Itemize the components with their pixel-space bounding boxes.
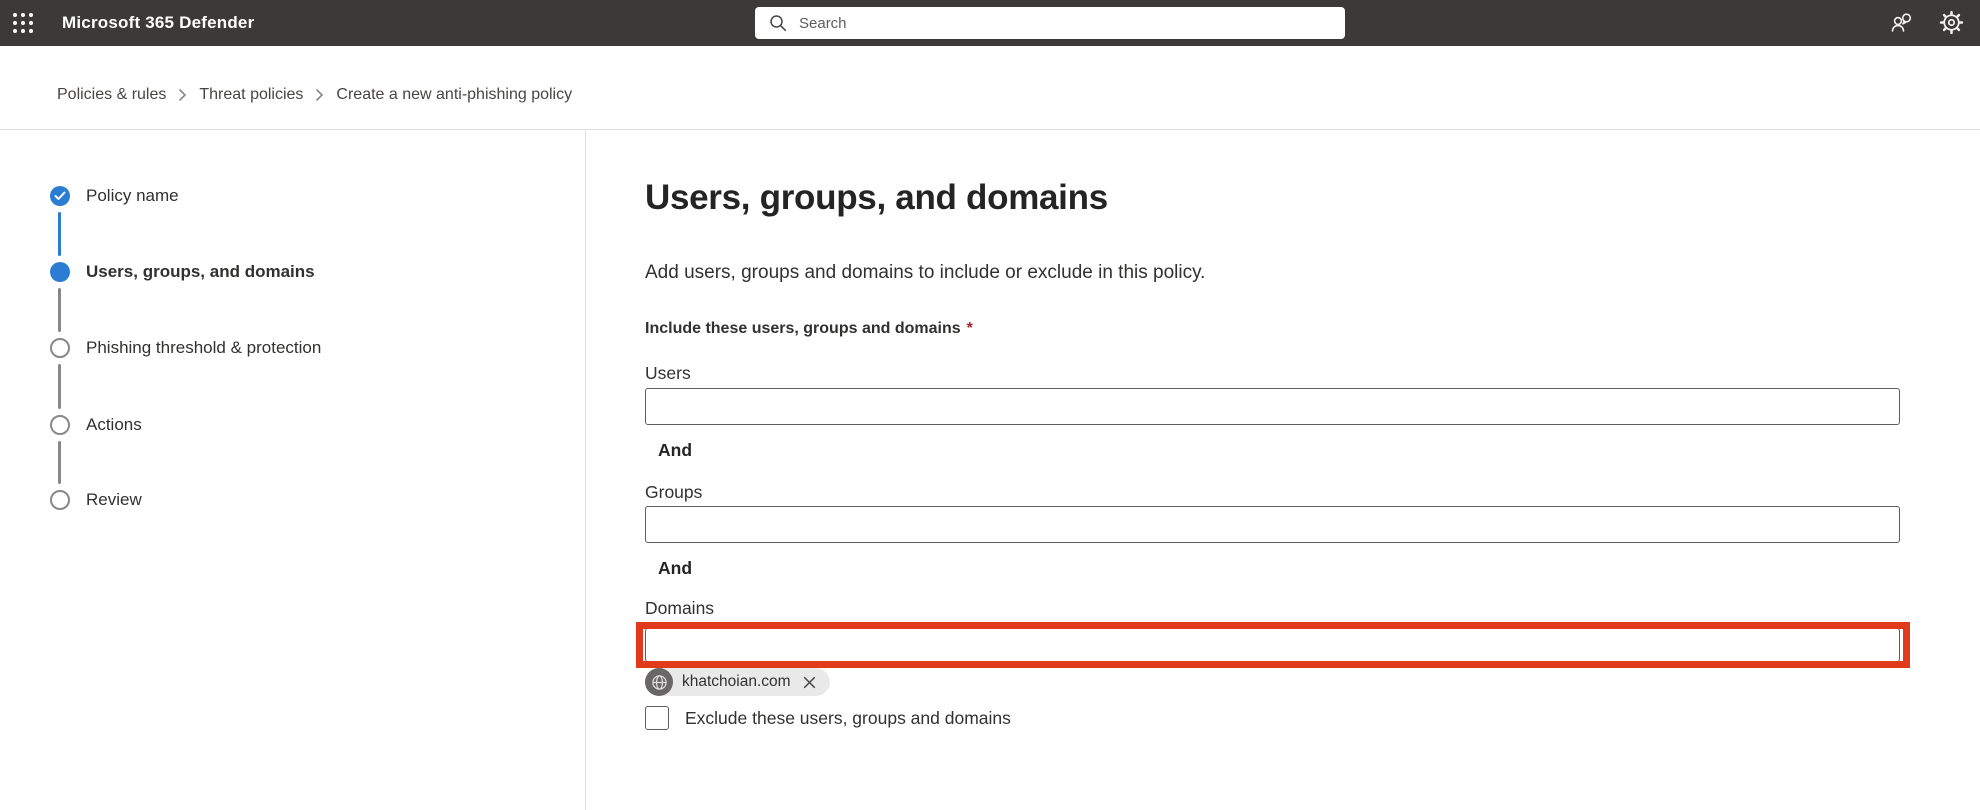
step-label: Phishing threshold & protection [86,338,322,357]
search-input[interactable] [797,6,1335,40]
domains-field-label: Domains [645,598,715,618]
globe-icon [645,668,673,696]
step-empty-dot-icon [50,338,70,358]
exclude-checkbox[interactable] [645,706,669,730]
domains-input[interactable] [645,628,1900,662]
wizard-step-actions[interactable]: Actions [50,415,142,435]
gear-icon[interactable] [1938,10,1964,36]
app-title: Microsoft 365 Defender [62,13,255,32]
breadcrumb-current-page: Create a new anti-phishing policy [336,86,573,103]
exclude-checkbox-label[interactable]: Exclude these users, groups and domains [685,708,1011,729]
step-label: Review [86,490,142,509]
users-input[interactable] [645,388,1900,425]
wizard-step-phishing-threshold[interactable]: Phishing threshold & protection [50,338,321,358]
domain-chip-row: khatchoian.com [645,668,830,696]
step-connector [58,288,61,332]
and-separator: And [658,558,693,578]
wizard-step-policy-name[interactable]: Policy name [50,186,179,206]
groups-field-label: Groups [645,482,703,502]
required-asterisk: * [966,320,973,337]
search-icon [770,15,787,32]
step-connector [58,364,61,409]
step-label: Policy name [86,186,179,205]
step-completed-check-icon [50,186,70,206]
main-panel: Users, groups, and domains Add users, gr… [636,130,1945,810]
feedback-icon[interactable] [1888,10,1914,36]
wizard-step-review[interactable]: Review [50,490,142,510]
sidebar-divider [585,130,586,810]
include-section-label: Include these users, groups and domains * [645,320,973,337]
exclude-checkbox-row: Exclude these users, groups and domains [645,706,1011,730]
step-empty-dot-icon [50,415,70,435]
step-connector [58,212,61,256]
step-current-dot-icon [50,262,70,282]
domain-chip-text: khatchoian.com [682,673,791,690]
app-launcher-icon[interactable] [8,8,38,38]
wizard-step-users-groups-domains[interactable]: Users, groups, and domains [50,262,315,282]
chevron-right-icon [178,88,187,102]
step-label: Actions [86,415,142,434]
step-empty-dot-icon [50,490,70,510]
users-field-label: Users [645,363,691,383]
breadcrumb-policies-rules[interactable]: Policies & rules [57,86,166,104]
global-search [755,6,1345,40]
step-connector [58,441,61,484]
chevron-right-icon [315,88,324,102]
groups-input[interactable] [645,506,1900,543]
domain-chip: khatchoian.com [645,668,830,696]
step-label: Users, groups, and domains [86,262,315,281]
breadcrumb: Policies & rules Threat policies Create … [57,86,572,104]
page-description: Add users, groups and domains to include… [645,262,1206,283]
breadcrumb-threat-policies[interactable]: Threat policies [199,86,303,104]
page: Microsoft 365 Defender Search Policies &… [0,0,1980,810]
and-separator: And [658,440,693,460]
app-header: Microsoft 365 Defender [0,0,1980,46]
page-title: Users, groups, and domains [645,178,1108,217]
chip-remove-icon[interactable] [801,674,818,691]
